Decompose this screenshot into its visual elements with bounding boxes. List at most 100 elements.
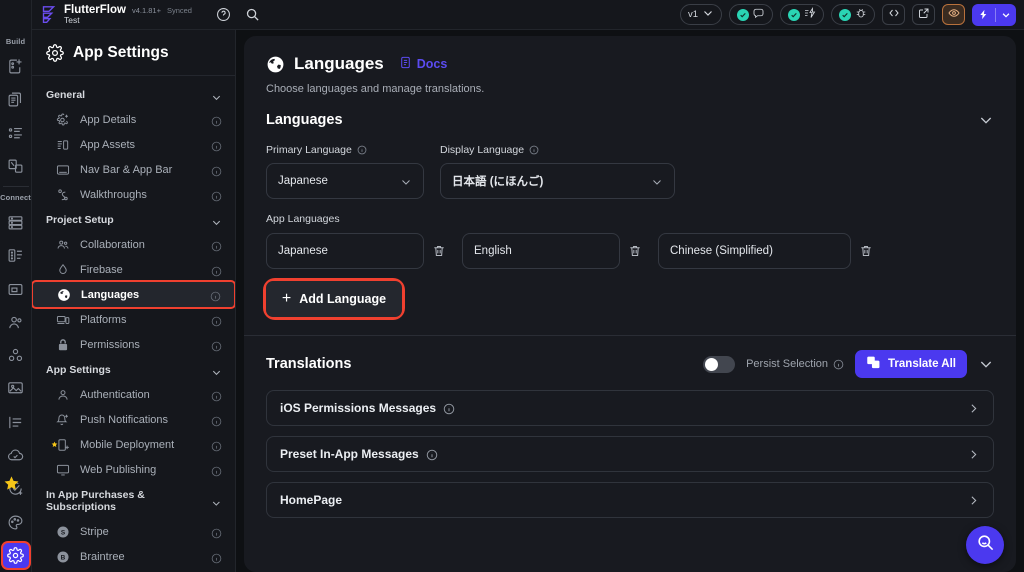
- brand-area[interactable]: FlutterFlow v4.1.81+ Synced Test: [32, 4, 204, 26]
- sidebar-item-platforms[interactable]: Platforms: [32, 307, 235, 332]
- info-icon[interactable]: [211, 439, 222, 452]
- trash-icon[interactable]: [432, 244, 446, 258]
- nav-section-label: Project Setup: [46, 214, 114, 226]
- info-icon[interactable]: [529, 145, 539, 155]
- performance-status-pill[interactable]: [780, 4, 824, 25]
- info-icon[interactable]: [211, 414, 222, 427]
- rail-item-theme[interactable]: [3, 509, 29, 534]
- info-icon[interactable]: [211, 314, 222, 327]
- svg-text:B: B: [61, 554, 66, 561]
- info-icon[interactable]: [357, 145, 367, 155]
- sidebar-item-nav-bar-app-bar[interactable]: Nav Bar & App Bar: [32, 157, 235, 182]
- nav-section-general[interactable]: General: [32, 82, 235, 107]
- sidebar-item-app-assets[interactable]: App Assets: [32, 132, 235, 157]
- widget-tree-icon: [7, 91, 24, 108]
- rail-item-authentication[interactable]: [3, 310, 29, 335]
- sidebar-item-braintree[interactable]: B Braintree: [32, 544, 235, 569]
- info-icon[interactable]: [211, 189, 222, 202]
- info-icon[interactable]: [211, 139, 222, 152]
- add-page-icon: [7, 58, 24, 75]
- sidebar-item-web-publishing[interactable]: Web Publishing: [32, 457, 235, 482]
- search-icon[interactable]: [245, 7, 260, 22]
- trash-icon[interactable]: [859, 244, 873, 258]
- chevron-down-icon[interactable]: [978, 356, 994, 372]
- code-view-button[interactable]: [882, 4, 905, 25]
- translation-row-homepage[interactable]: HomePage: [266, 482, 994, 518]
- info-icon[interactable]: [211, 239, 222, 252]
- nav-scroll-area[interactable]: General App Details App Assets Nav Bar &…: [32, 76, 235, 572]
- sidebar-item-walkthroughs[interactable]: Walkthroughs: [32, 182, 235, 207]
- translate-all-label: Translate All: [888, 358, 956, 370]
- info-icon[interactable]: [211, 164, 222, 177]
- chevron-down-icon[interactable]: [996, 10, 1016, 20]
- sidebar-item-mobile-deployment[interactable]: Mobile Deployment: [32, 432, 235, 457]
- translation-row-preset-in-app-messages[interactable]: Preset In-App Messages: [266, 436, 994, 472]
- search-fab-button[interactable]: [966, 526, 1004, 564]
- info-icon[interactable]: [211, 551, 222, 564]
- info-icon[interactable]: [210, 289, 221, 302]
- persist-selection-toggle[interactable]: [703, 355, 736, 373]
- info-icon[interactable]: [211, 114, 222, 127]
- sidebar-item-languages[interactable]: Languages: [33, 282, 234, 307]
- open-external-button[interactable]: [912, 4, 935, 25]
- sidebar-item-firebase[interactable]: Firebase: [32, 257, 235, 282]
- localization-icon: [7, 414, 24, 431]
- info-icon[interactable]: [211, 264, 222, 277]
- nav-section-app-settings[interactable]: App Settings: [32, 357, 235, 382]
- rail-item-api-calls[interactable]: [3, 243, 29, 268]
- info-icon[interactable]: [211, 339, 222, 352]
- trash-icon[interactable]: [628, 244, 642, 258]
- add-language-button[interactable]: + Add Language: [266, 281, 402, 317]
- primary-language-select[interactable]: Japanese: [266, 163, 424, 199]
- sidebar-item-stripe[interactable]: S Stripe: [32, 519, 235, 544]
- rail-item-deploy[interactable]: [3, 443, 29, 468]
- info-icon[interactable]: [833, 359, 844, 370]
- nav-section-in-app-purchases[interactable]: In App Purchases & Subscriptions: [32, 482, 235, 519]
- page-title: App Settings: [73, 43, 169, 61]
- rail-item-integrations[interactable]: [3, 343, 29, 368]
- bolt-icon: [972, 8, 995, 21]
- rail-item-localization[interactable]: [3, 410, 29, 435]
- preview-toggle-button[interactable]: [942, 4, 965, 25]
- rail-item-firestore[interactable]: [3, 210, 29, 235]
- rail-item-media-assets[interactable]: [3, 376, 29, 401]
- display-language-select[interactable]: 日本語 (にほんご): [440, 163, 675, 199]
- rail-item-widget-tree[interactable]: [3, 87, 29, 112]
- run-app-button[interactable]: [972, 3, 1016, 26]
- sidebar-item-app-details[interactable]: App Details: [32, 107, 235, 132]
- rail-item-widget-palette[interactable]: [3, 121, 29, 146]
- page-subtitle: Choose languages and manage translations…: [266, 83, 485, 95]
- sidebar-item-collaboration[interactable]: Collaboration: [32, 232, 235, 257]
- debug-status-pill[interactable]: [831, 4, 875, 25]
- info-icon[interactable]: [426, 448, 438, 461]
- info-icon[interactable]: [443, 402, 455, 415]
- sidebar-item-permissions[interactable]: Permissions: [32, 332, 235, 357]
- primary-language-value: Japanese: [278, 175, 328, 187]
- info-icon[interactable]: [211, 464, 222, 477]
- sidebar-item-push-notifications[interactable]: Push Notifications: [32, 407, 235, 432]
- sidebar-item-authentication[interactable]: Authentication: [32, 382, 235, 407]
- media-icon: [7, 380, 24, 397]
- rail-item-tests[interactable]: [3, 476, 29, 501]
- nav-section-project-setup[interactable]: Project Setup: [32, 207, 235, 232]
- rail-item-app-state[interactable]: [3, 277, 29, 302]
- translate-all-button[interactable]: G文 Translate All: [855, 350, 967, 378]
- info-icon[interactable]: [211, 389, 222, 402]
- chevron-right-icon: [967, 494, 980, 507]
- info-icon[interactable]: [211, 526, 222, 539]
- rail-item-settings[interactable]: [2, 542, 29, 568]
- language-selectors-row: Primary Language Japanese Display Langua…: [266, 144, 994, 199]
- app-language-chip[interactable]: English: [462, 233, 620, 269]
- rail-item-components[interactable]: [3, 154, 29, 179]
- app-language-chip[interactable]: Chinese (Simplified): [658, 233, 851, 269]
- comments-status-pill[interactable]: [729, 4, 773, 25]
- version-selector[interactable]: v1: [679, 4, 722, 25]
- rail-item-page-selector[interactable]: [3, 54, 29, 79]
- chevron-down-icon[interactable]: [978, 112, 994, 128]
- docs-link[interactable]: Docs: [399, 56, 447, 72]
- components-icon: [7, 158, 24, 175]
- translation-row-ios-permissions[interactable]: iOS Permissions Messages: [266, 390, 994, 426]
- help-circle-icon[interactable]: [216, 7, 231, 22]
- languages-section-header[interactable]: Languages: [266, 112, 994, 128]
- app-language-chip[interactable]: Japanese: [266, 233, 424, 269]
